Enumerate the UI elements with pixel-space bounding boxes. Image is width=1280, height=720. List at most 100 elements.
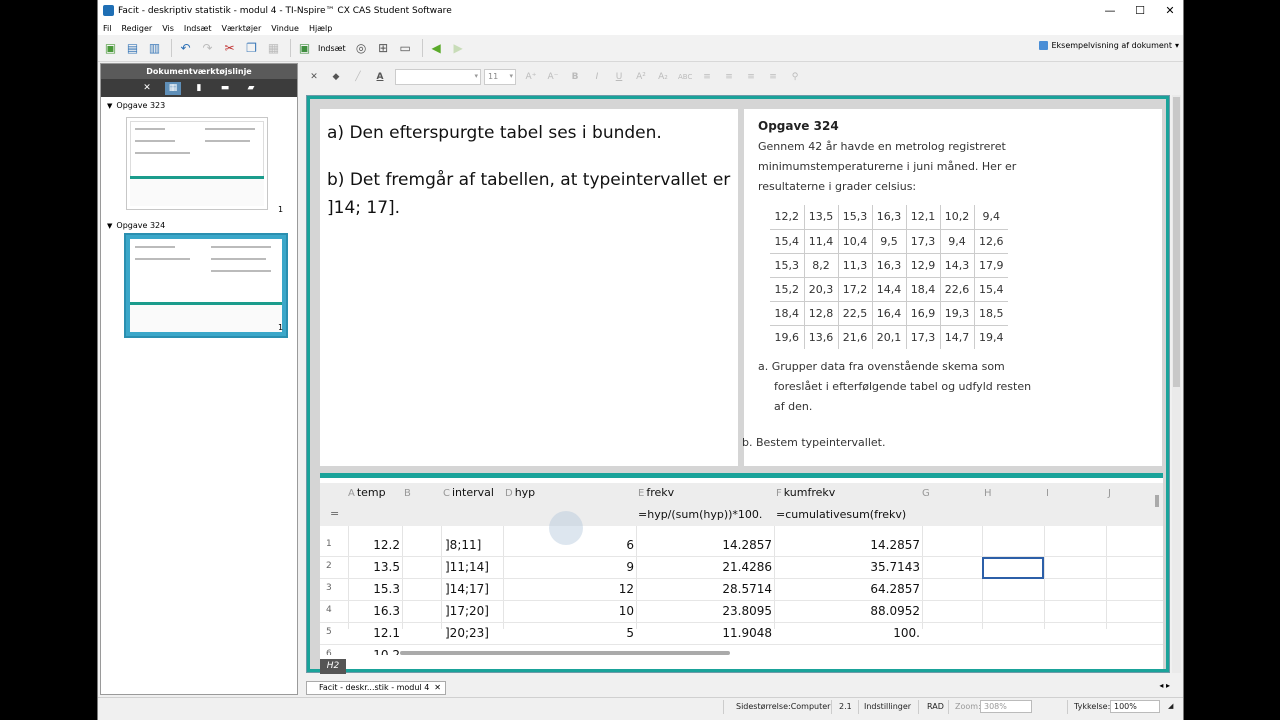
- menu-hjaelp[interactable]: Hjælp: [304, 24, 337, 33]
- copy-icon[interactable]: ❐: [242, 39, 261, 58]
- open-icon[interactable]: ▤: [123, 39, 142, 58]
- menu-rediger[interactable]: Rediger: [116, 24, 157, 33]
- cell-temp[interactable]: 12.2: [348, 538, 400, 552]
- font-family-select[interactable]: [395, 68, 481, 85]
- menu-vis[interactable]: Vis: [157, 24, 179, 33]
- cell-kumfrekv[interactable]: 64.2857: [776, 582, 920, 596]
- align-right-icon[interactable]: ≡: [744, 72, 758, 82]
- calculator-icon[interactable]: ◎: [352, 39, 371, 58]
- text-color-icon[interactable]: A: [373, 72, 387, 82]
- back-arrow-icon[interactable]: ◀: [427, 39, 446, 58]
- spreadsheet-vertical-scrollbar[interactable]: [1155, 495, 1160, 645]
- formula-cell-f[interactable]: =cumulativesum(frekv): [776, 508, 906, 521]
- column-header-e[interactable]: Efrekv: [638, 486, 674, 499]
- column-header-g[interactable]: G: [922, 486, 932, 499]
- cell-frekv[interactable]: 21.4286: [638, 560, 772, 574]
- cell-temp[interactable]: 13.5: [348, 560, 400, 574]
- collapse-triangle-icon[interactable]: ▼: [107, 102, 112, 110]
- cell-hyp[interactable]: 5: [505, 626, 634, 640]
- minimize-button[interactable]: —: [1095, 4, 1125, 17]
- resize-grip-icon[interactable]: ◢: [1168, 702, 1173, 710]
- menu-vindue[interactable]: Vindue: [266, 24, 304, 33]
- cell-kumfrekv[interactable]: 35.7143: [776, 560, 920, 574]
- spreadsheet-pane[interactable]: Atemp B Cinterval Dhyp Efrekv Fkumfrekv …: [320, 473, 1163, 674]
- problem-header-324[interactable]: ▼ Opgave 324: [101, 217, 165, 230]
- column-header-c[interactable]: Cinterval: [443, 486, 494, 499]
- zoom-select[interactable]: 308%: [980, 700, 1032, 713]
- page-thumbnail-323[interactable]: [126, 117, 268, 210]
- font-size-select[interactable]: 11: [484, 68, 516, 85]
- page-thumbnail-324-selected[interactable]: [124, 233, 288, 338]
- link-icon[interactable]: ⚲: [788, 72, 802, 82]
- shrink-font-icon[interactable]: A⁻: [546, 72, 560, 82]
- cell-kumfrekv[interactable]: 100.: [776, 626, 920, 640]
- cell-interval[interactable]: ]17;20]: [445, 604, 501, 618]
- document-preview-dropdown[interactable]: Eksempelvisning af dokument ▾: [1039, 41, 1179, 50]
- insert-icon[interactable]: ▣: [295, 39, 314, 58]
- menu-vaerktoejer[interactable]: Værktøjer: [217, 24, 267, 33]
- variables-tab-icon[interactable]: ▮: [191, 82, 207, 95]
- cell-frekv[interactable]: 28.5714: [638, 582, 772, 596]
- underline-button[interactable]: U: [612, 72, 626, 82]
- menu-indsaet[interactable]: Indsæt: [179, 24, 217, 33]
- column-header-h[interactable]: H: [984, 486, 994, 499]
- problem-image-pane[interactable]: Opgave 324 Gennem 42 år havde en metrolo…: [742, 109, 1162, 466]
- page-sorter-tab-icon[interactable]: ▦: [165, 81, 181, 95]
- column-header-j[interactable]: J: [1108, 486, 1113, 499]
- collapse-triangle-icon[interactable]: ▼: [107, 222, 112, 230]
- spreadsheet-horizontal-scrollbar[interactable]: [350, 651, 1160, 656]
- menu-fil[interactable]: Fil: [98, 24, 116, 33]
- new-document-icon[interactable]: ▣: [101, 39, 120, 58]
- cell-frekv[interactable]: 11.9048: [638, 626, 772, 640]
- fill-color-icon[interactable]: ◆: [329, 72, 343, 82]
- grow-font-icon[interactable]: A⁺: [524, 72, 538, 82]
- selected-cell-h2[interactable]: [982, 557, 1044, 579]
- superscript-button[interactable]: A²: [634, 72, 648, 82]
- tools-tab-icon[interactable]: ✕: [139, 82, 155, 95]
- bold-button[interactable]: B: [568, 72, 582, 82]
- line-color-icon[interactable]: ╱: [351, 72, 365, 82]
- notes-pane[interactable]: a) Den efterspurgte tabel ses i bunden. …: [320, 109, 738, 466]
- cell-temp[interactable]: 12.1: [348, 626, 400, 640]
- column-header-b[interactable]: B: [404, 486, 413, 499]
- cell-hyp[interactable]: 9: [505, 560, 634, 574]
- paste-icon[interactable]: ▦: [264, 39, 283, 58]
- cell-temp[interactable]: 15.3: [348, 582, 400, 596]
- column-header-d[interactable]: Dhyp: [505, 486, 535, 499]
- settings-status[interactable]: Indstillinger: [864, 702, 911, 711]
- close-tab-icon[interactable]: ✕: [434, 682, 441, 694]
- maximize-button[interactable]: ☐: [1125, 4, 1155, 17]
- screenshot-icon[interactable]: ▭: [396, 39, 415, 58]
- cell-kumfrekv[interactable]: 14.2857: [776, 538, 920, 552]
- cell-interval[interactable]: ]14;17]: [445, 582, 501, 596]
- justify-icon[interactable]: ≡: [766, 72, 780, 82]
- cell-interval[interactable]: ]8;11]: [445, 538, 501, 552]
- italic-button[interactable]: I: [590, 72, 604, 82]
- column-header-f[interactable]: Fkumfrekv: [776, 486, 835, 499]
- align-left-icon[interactable]: ≡: [700, 72, 714, 82]
- tools-icon[interactable]: ✕: [307, 72, 321, 82]
- redo-icon[interactable]: ↷: [198, 39, 217, 58]
- cell-hyp[interactable]: 12: [505, 582, 634, 596]
- cell-frekv[interactable]: 14.2857: [638, 538, 772, 552]
- tab-scroll-arrows-icon[interactable]: ◂ ▸: [1159, 681, 1170, 690]
- scroll-thumb[interactable]: [1173, 97, 1180, 387]
- align-center-icon[interactable]: ≡: [722, 72, 736, 82]
- cell-frekv[interactable]: 23.8095: [638, 604, 772, 618]
- subscript-button[interactable]: A₂: [656, 72, 670, 82]
- close-button[interactable]: ✕: [1155, 4, 1183, 17]
- cell-interval[interactable]: ]20;23]: [445, 626, 501, 640]
- page-layout-icon[interactable]: ⊞: [374, 39, 393, 58]
- forward-arrow-icon[interactable]: ▶: [449, 39, 468, 58]
- content-tab-icon[interactable]: ▬: [217, 82, 233, 95]
- thickness-select[interactable]: 100%: [1110, 700, 1160, 713]
- save-icon[interactable]: ▥: [145, 39, 164, 58]
- cell-hyp[interactable]: 10: [505, 604, 634, 618]
- page-vertical-scrollbar[interactable]: [1172, 95, 1181, 673]
- angle-mode-status[interactable]: RAD: [927, 702, 944, 711]
- scroll-thumb[interactable]: [1155, 495, 1159, 507]
- cut-icon[interactable]: ✂: [220, 39, 239, 58]
- column-header-a[interactable]: Atemp: [348, 486, 386, 499]
- folder-tab-icon[interactable]: ▰: [243, 82, 259, 95]
- page-size-status[interactable]: Sidestørrelse:Computer: [736, 702, 830, 711]
